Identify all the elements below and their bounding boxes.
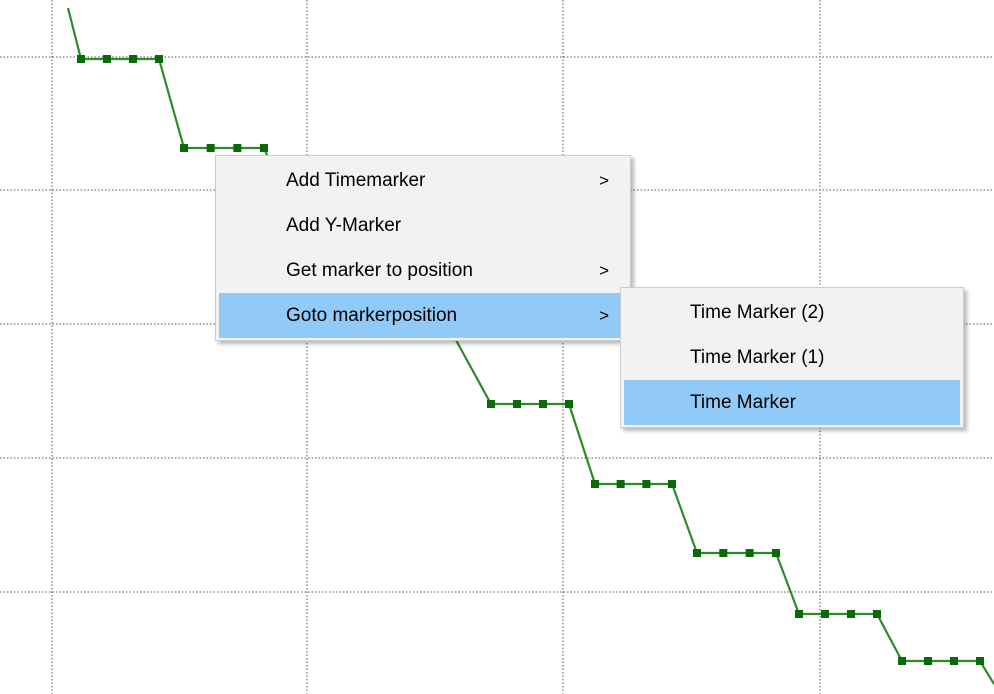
data-point [668,480,676,488]
menu-item-label: Goto markerposition [286,305,458,326]
data-point [693,549,701,557]
menu-item-label: Get marker to position [286,260,473,281]
data-point [873,610,881,618]
menu-item-goto-markerposition[interactable]: Goto markerposition > [219,293,627,338]
submenu-item-time-marker-1[interactable]: Time Marker (1) [624,335,960,380]
data-point [616,480,625,488]
data-point [591,480,599,488]
data-point [950,657,958,665]
data-point [539,400,547,408]
data-point [898,657,906,665]
data-point [847,610,855,618]
data-point [821,610,829,618]
data-point [260,144,268,152]
submenu-item-label: Time Marker [690,392,796,413]
goto-markerposition-submenu: Time Marker (2) Time Marker (1) Time Mar… [620,287,964,428]
submenu-arrow-icon: > [599,261,609,280]
submenu-item-label: Time Marker (1) [690,347,825,368]
menu-item-add-y-marker[interactable]: Add Y-Marker [219,203,627,248]
submenu-item-time-marker[interactable]: Time Marker [624,380,960,425]
data-point [180,144,188,152]
menu-item-label: Add Timemarker [286,170,426,191]
data-point [129,55,137,63]
data-point [103,55,111,63]
menu-item-label: Add Y-Marker [286,215,402,236]
data-point [155,55,163,63]
data-point [976,657,984,665]
data-point [487,400,495,408]
data-point [206,144,215,152]
data-point [513,400,521,408]
context-menu: Add Timemarker > Add Y-Marker Get marker… [215,155,631,341]
menu-item-add-timemarker[interactable]: Add Timemarker > [219,158,627,203]
data-point [795,610,803,618]
submenu-item-time-marker-2[interactable]: Time Marker (2) [624,290,960,335]
data-point [565,400,573,408]
submenu-item-label: Time Marker (2) [690,302,825,323]
data-point [233,144,242,152]
data-point [642,480,651,488]
submenu-arrow-icon: > [599,306,609,325]
menu-item-get-marker-to-position[interactable]: Get marker to position > [219,248,627,293]
data-point [77,55,85,63]
data-point [719,549,728,557]
submenu-arrow-icon: > [599,171,609,190]
data-point [924,657,932,665]
data-point [745,549,754,557]
data-point [772,549,780,557]
